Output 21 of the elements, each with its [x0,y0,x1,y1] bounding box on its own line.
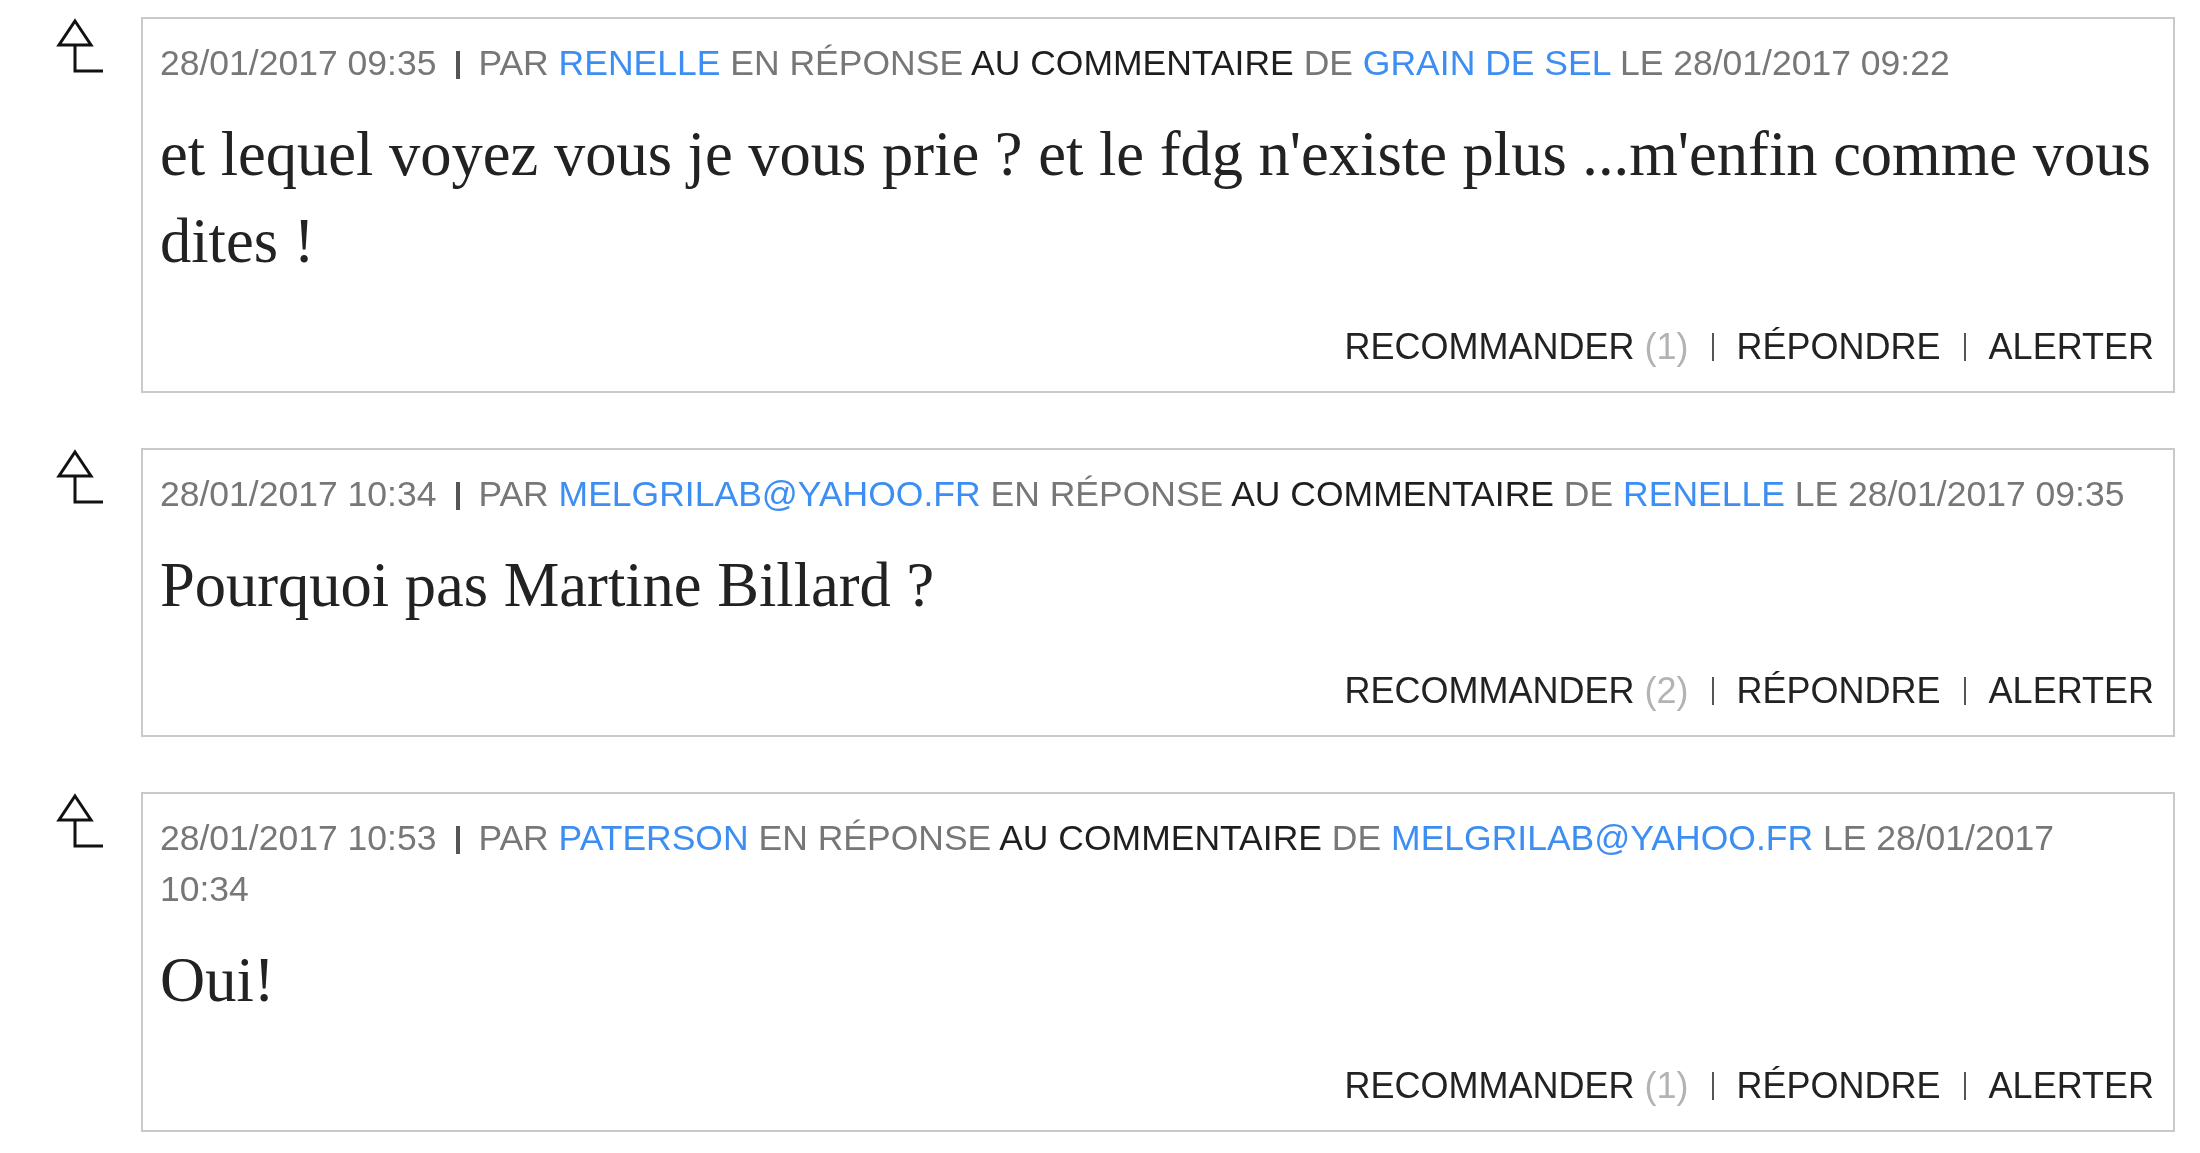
comment-meta: 28/01/2017 10:53 PAR PATERSON EN RÉPONSE AU COMMENTAIRE DE MELGRILAB@YAHOO.FR LE 28/01/2017 10:34 [160,817,2055,911]
comment-meta: 28/01/2017 10:34 PAR MELGRILAB@YAHOO.FR EN RÉPONSE AU COMMENTAIRE DE RENELLE LE 28/01/2017 09:35 [160,473,2126,516]
action-link[interactable]: RECOMMANDER (1) [1344,321,1689,372]
action-link[interactable]: ALERTER [1988,321,2154,372]
corner-up-arrow-icon [56,18,103,73]
comment-meta: 28/01/2017 09:35 PAR RENELLE EN RÉPONSE AU COMMENTAIRE DE GRAIN DE SEL LE 28/01/2017 09:22 [160,42,1951,85]
action-link[interactable]: ALERTER [1988,1060,2154,1111]
action-link[interactable]: RECOMMANDER (2) [1344,665,1689,716]
action-link[interactable]: RÉPONDRE [1736,321,1941,372]
comment-link[interactable]: AU COMMENTAIRE [1231,474,1554,514]
comment-link[interactable]: AU COMMENTAIRE [999,818,1322,858]
corner-up-arrow-icon [56,793,103,848]
action-link[interactable]: RECOMMANDER (1) [1344,1060,1689,1111]
action-link[interactable]: RÉPONDRE [1736,665,1941,716]
comment-text: Pourquoi pas Martine Billard ? [160,549,936,622]
action-link[interactable]: RÉPONDRE [1736,1060,1941,1111]
comment-link[interactable]: AU COMMENTAIRE [970,43,1294,83]
comment-text: Oui! [160,944,276,1017]
corner-up-arrow-icon [56,449,103,504]
comment-text: et lequel voyez vous je vous prie ? et le fdg n'existe plus ...m'enfin comme vous dites ! [160,118,2152,278]
action-link[interactable]: ALERTER [1988,665,2154,716]
